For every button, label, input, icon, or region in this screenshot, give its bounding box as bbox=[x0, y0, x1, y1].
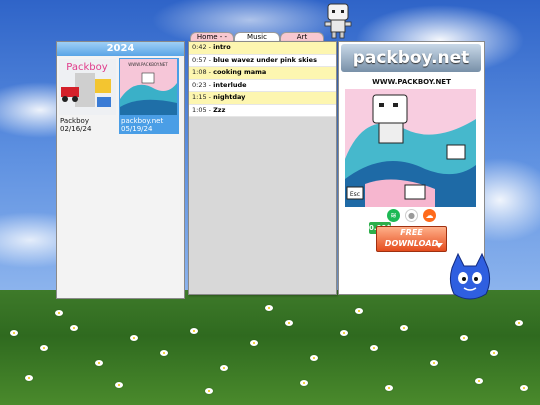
album-date: 02/16/24 bbox=[60, 125, 92, 133]
album-thumbnail: WWW.PACKBOY.NET bbox=[120, 59, 177, 115]
esc-key-label: Esc bbox=[350, 191, 360, 198]
album-title: packboy.net bbox=[121, 117, 164, 125]
track-title: cooking mama bbox=[213, 68, 267, 76]
track-row[interactable]: 1:05 - Zzz bbox=[189, 104, 336, 117]
album-date: 05/19/24 bbox=[121, 125, 153, 133]
daisy-field-background bbox=[0, 290, 540, 405]
site-logo[interactable]: packboy.net bbox=[341, 44, 481, 72]
track-row[interactable]: 1:15 - nightday bbox=[189, 92, 336, 105]
track-row[interactable]: 0:57 - blue wavez under pink skies bbox=[189, 54, 336, 67]
track-row[interactable]: 0:42 - intro bbox=[189, 42, 336, 55]
year-panel: 2024 Packboy Packboy 02/16/24 WWW.PACKBO… bbox=[56, 41, 185, 299]
track-title: interlude bbox=[213, 80, 247, 89]
year-header: 2024 bbox=[57, 42, 184, 56]
track-title: blue wavez under pink skies bbox=[213, 55, 317, 64]
track-duration: 1:15 bbox=[192, 93, 207, 101]
track-duration: 0:42 bbox=[192, 43, 207, 51]
thumb-url-text: WWW.PACKBOY.NET bbox=[128, 62, 168, 67]
album-cover-art: Esc bbox=[345, 89, 476, 207]
album-tile-packboy[interactable]: Packboy Packboy 02/16/24 bbox=[58, 58, 118, 134]
track-duration: 1:05 bbox=[192, 105, 207, 114]
spotify-icon[interactable]: ≋ bbox=[387, 209, 400, 222]
track-duration: 0:23 bbox=[192, 80, 207, 89]
track-row[interactable]: 0:23 - interlude bbox=[189, 79, 336, 92]
album-url-text: WWW.PACKBOY.NET bbox=[372, 78, 451, 86]
track-title: Zzz bbox=[213, 105, 226, 114]
album-thumbnail: Packboy bbox=[59, 59, 116, 115]
album-title: Packboy bbox=[60, 117, 89, 125]
free-download-button[interactable]: FREE DOWNLOAD bbox=[376, 226, 447, 252]
track-title: nightday bbox=[213, 93, 246, 101]
robot-mascot-icon bbox=[324, 3, 352, 39]
soundcloud-icon[interactable]: ☁ bbox=[423, 209, 436, 222]
download-line-1: FREE bbox=[400, 228, 423, 237]
blue-cat-mascot-icon bbox=[449, 252, 491, 300]
track-duration: 1:08 bbox=[192, 68, 207, 76]
tracklist-panel: 0:42 - intro 0:57 - blue wavez under pink… bbox=[188, 41, 337, 295]
thumb-logo-text: Packboy bbox=[66, 62, 107, 73]
track-row[interactable]: 1:08 - cooking mama bbox=[189, 67, 336, 80]
track-duration: 0:57 bbox=[192, 55, 207, 64]
apple-icon[interactable]: ● bbox=[405, 209, 418, 222]
album-tile-packboy-net[interactable]: WWW.PACKBOY.NET packboy.net 05/19/24 bbox=[119, 58, 179, 134]
track-title: intro bbox=[213, 43, 231, 51]
download-arrow-icon bbox=[435, 243, 443, 248]
